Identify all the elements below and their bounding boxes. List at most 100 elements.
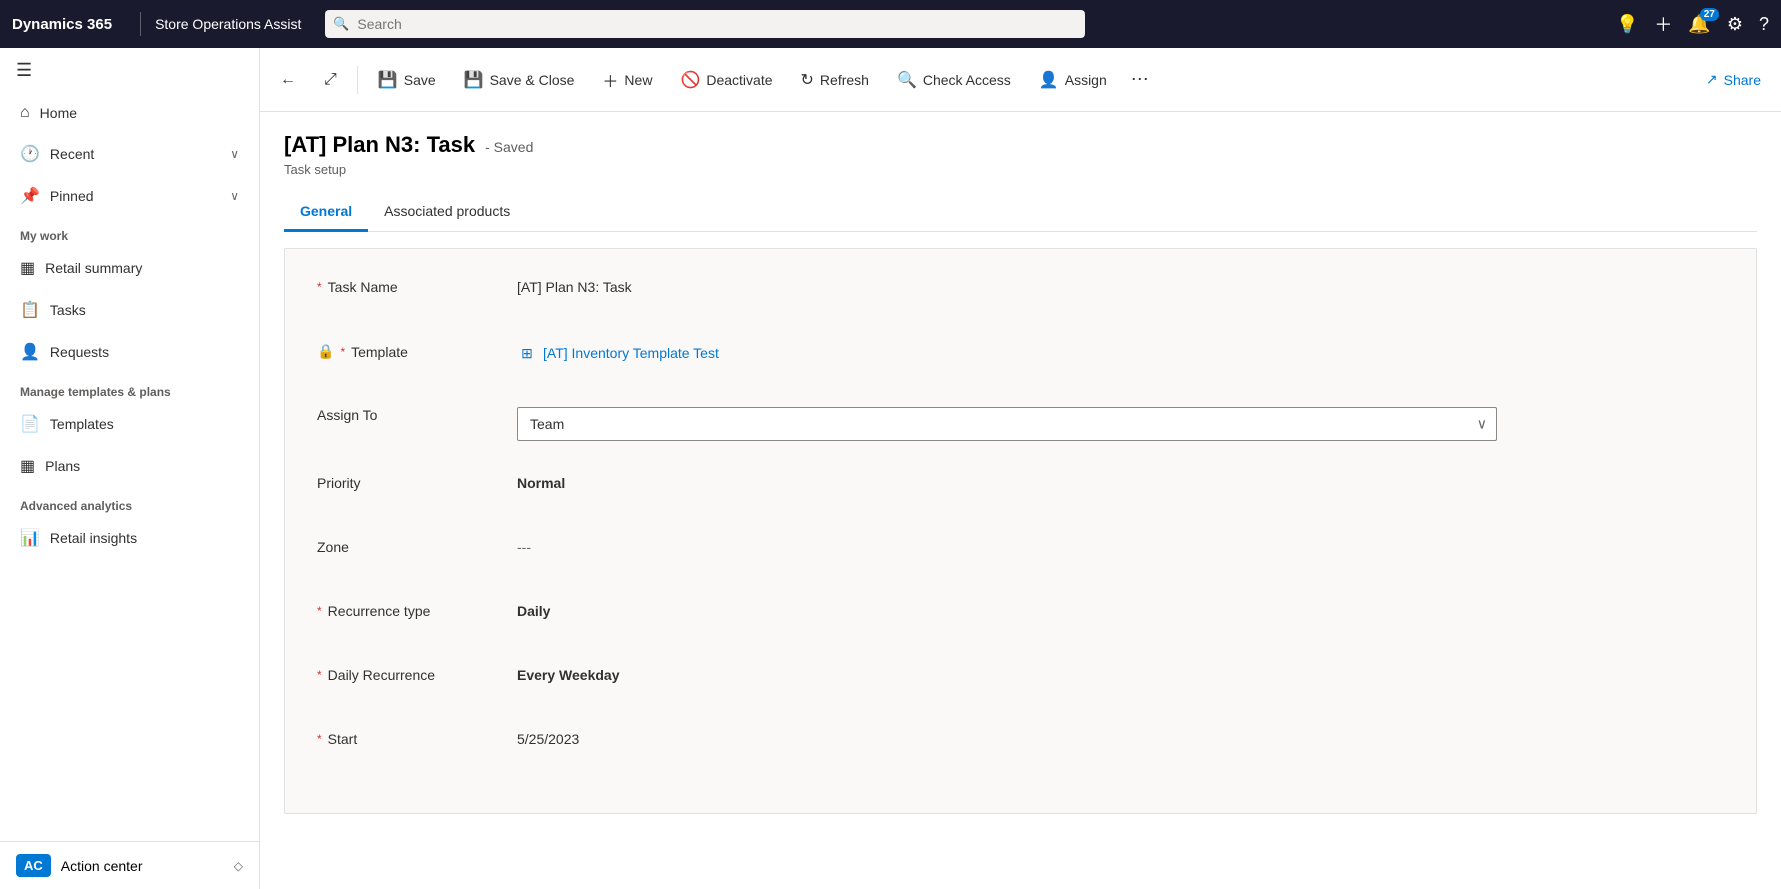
search-bar[interactable]: 🔍 (325, 10, 1085, 38)
label-template: 🔒 * Template (317, 337, 517, 360)
deactivate-button[interactable]: 🚫 Deactivate (668, 62, 784, 98)
assign-icon: 👤 (1039, 70, 1059, 90)
label-priority: Priority (317, 469, 517, 491)
deactivate-label: Deactivate (706, 72, 772, 88)
refresh-label: Refresh (820, 72, 869, 88)
label-recurrence-type: * Recurrence type (317, 597, 517, 619)
action-center-chevron: ◇ (234, 859, 243, 873)
value-daily-recurrence: Every Weekday (517, 661, 1724, 683)
app-name: Store Operations Assist (155, 16, 301, 32)
sidebar-item-home[interactable]: ⌂ Home (4, 94, 255, 132)
sidebar-label-templates: Templates (50, 416, 239, 432)
back-button[interactable]: ← (268, 63, 308, 97)
label-task-name: * Task Name (317, 273, 517, 295)
nav-divider (140, 12, 141, 36)
value-template[interactable]: ⊞ [AT] Inventory Template Test (517, 337, 1724, 363)
page-content: [AT] Plan N3: Task - Saved Task setup Ge… (260, 112, 1781, 889)
sidebar-label-pinned: Pinned (50, 188, 220, 204)
tab-associated-products[interactable]: Associated products (368, 193, 526, 232)
label-start: * Start (317, 725, 517, 747)
page-subtitle: Task setup (284, 162, 1757, 177)
sidebar-item-recent[interactable]: 🕐 Recent ∨ (4, 134, 255, 174)
sidebar-item-templates[interactable]: 📄 Templates (4, 404, 255, 444)
sidebar-label-home: Home (40, 105, 239, 121)
top-navigation: Dynamics 365 Store Operations Assist 🔍 💡… (0, 0, 1781, 48)
new-icon: ＋ (602, 68, 618, 92)
sidebar-label-tasks: Tasks (50, 302, 239, 318)
page-title: [AT] Plan N3: Task (284, 132, 475, 158)
hamburger-menu[interactable]: ☰ (0, 48, 259, 93)
settings-icon[interactable]: ⚙ (1727, 14, 1743, 35)
retail-summary-icon: ▦ (20, 258, 35, 278)
sidebar-item-action-center[interactable]: AC Action center ◇ (0, 842, 259, 889)
check-access-button[interactable]: 🔍 Check Access (885, 62, 1023, 98)
notification-icon[interactable]: 🔔 27 (1688, 14, 1710, 35)
expand-icon: ⤢ (324, 71, 337, 89)
sidebar-label-retail-insights: Retail insights (50, 530, 239, 546)
content-area: ← ⤢ 💾 Save 💾 Save & Close ＋ New 🚫 Deacti… (260, 48, 1781, 889)
form-row-template: 🔒 * Template ⊞ [AT] Inventory Template T… (317, 337, 1724, 373)
required-star-task-name: * (317, 280, 322, 294)
expand-button[interactable]: ⤢ (312, 63, 349, 97)
sidebar-item-requests[interactable]: 👤 Requests (4, 332, 255, 372)
sidebar-item-retail-insights[interactable]: 📊 Retail insights (4, 518, 255, 558)
label-zone: Zone (317, 533, 517, 555)
toolbar: ← ⤢ 💾 Save 💾 Save & Close ＋ New 🚫 Deacti… (260, 48, 1781, 112)
check-access-icon: 🔍 (897, 70, 917, 90)
required-star-start: * (317, 732, 322, 746)
recent-chevron: ∨ (230, 147, 239, 161)
share-button[interactable]: ↗ Share (1694, 63, 1773, 96)
value-start: 5/25/2023 (517, 725, 1724, 747)
refresh-button[interactable]: ↻ Refresh (789, 62, 881, 98)
refresh-icon: ↻ (801, 70, 814, 90)
new-button[interactable]: ＋ New (590, 60, 664, 100)
value-recurrence-type: Daily (517, 597, 1724, 619)
my-work-section: My work (0, 217, 259, 247)
sidebar-label-retail-summary: Retail summary (45, 260, 239, 276)
lightbulb-icon[interactable]: 💡 (1616, 14, 1638, 35)
main-layout: ☰ ⌂ Home 🕐 Recent ∨ 📌 Pinned ∨ My work ▦… (0, 48, 1781, 889)
help-icon[interactable]: ? (1759, 14, 1769, 35)
save-close-label: Save & Close (490, 72, 575, 88)
save-button[interactable]: 💾 Save (366, 62, 448, 98)
more-button[interactable]: ⋯ (1123, 61, 1157, 98)
search-input[interactable] (325, 10, 1085, 38)
check-access-label: Check Access (923, 72, 1011, 88)
sidebar-label-recent: Recent (50, 146, 220, 162)
sidebar-item-retail-summary[interactable]: ▦ Retail summary (4, 248, 255, 288)
required-star-template: * (340, 345, 345, 359)
sidebar-label-requests: Requests (50, 344, 239, 360)
label-daily-recurrence: * Daily Recurrence (317, 661, 517, 683)
save-close-button[interactable]: 💾 Save & Close (452, 62, 587, 98)
assign-to-select[interactable]: Team Individual (517, 407, 1497, 441)
action-center-badge: AC (16, 854, 51, 877)
value-assign-to: Team Individual ∨ (517, 401, 1724, 441)
templates-icon: 📄 (20, 414, 40, 434)
sidebar-bottom: AC Action center ◇ (0, 841, 259, 889)
assign-label: Assign (1065, 72, 1107, 88)
form-row-priority: Priority Normal (317, 469, 1724, 505)
template-link-text: [AT] Inventory Template Test (543, 345, 719, 361)
sidebar-item-tasks[interactable]: 📋 Tasks (4, 290, 255, 330)
value-priority: Normal (517, 469, 1724, 491)
form-row-task-name: * Task Name [AT] Plan N3: Task (317, 273, 1724, 309)
sidebar-item-plans[interactable]: ▦ Plans (4, 446, 255, 486)
tab-general[interactable]: General (284, 193, 368, 232)
value-zone: --- (517, 533, 1724, 555)
assign-button[interactable]: 👤 Assign (1027, 62, 1119, 98)
tabs: General Associated products (284, 193, 1757, 232)
more-icon: ⋯ (1131, 69, 1149, 90)
form-row-start: * Start 5/25/2023 (317, 725, 1724, 761)
form-row-zone: Zone --- (317, 533, 1724, 569)
save-close-icon: 💾 (464, 70, 484, 90)
search-icon: 🔍 (333, 16, 349, 32)
deactivate-icon: 🚫 (680, 70, 700, 90)
retail-insights-icon: 📊 (20, 528, 40, 548)
value-task-name: [AT] Plan N3: Task (517, 273, 1724, 295)
manage-section: Manage templates & plans (0, 373, 259, 403)
plans-icon: ▦ (20, 456, 35, 476)
top-nav-icons: 💡 ＋ 🔔 27 ⚙ ? (1616, 11, 1769, 37)
page-title-row: [AT] Plan N3: Task - Saved (284, 132, 1757, 158)
add-icon[interactable]: ＋ (1654, 11, 1672, 37)
sidebar-item-pinned[interactable]: 📌 Pinned ∨ (4, 176, 255, 216)
